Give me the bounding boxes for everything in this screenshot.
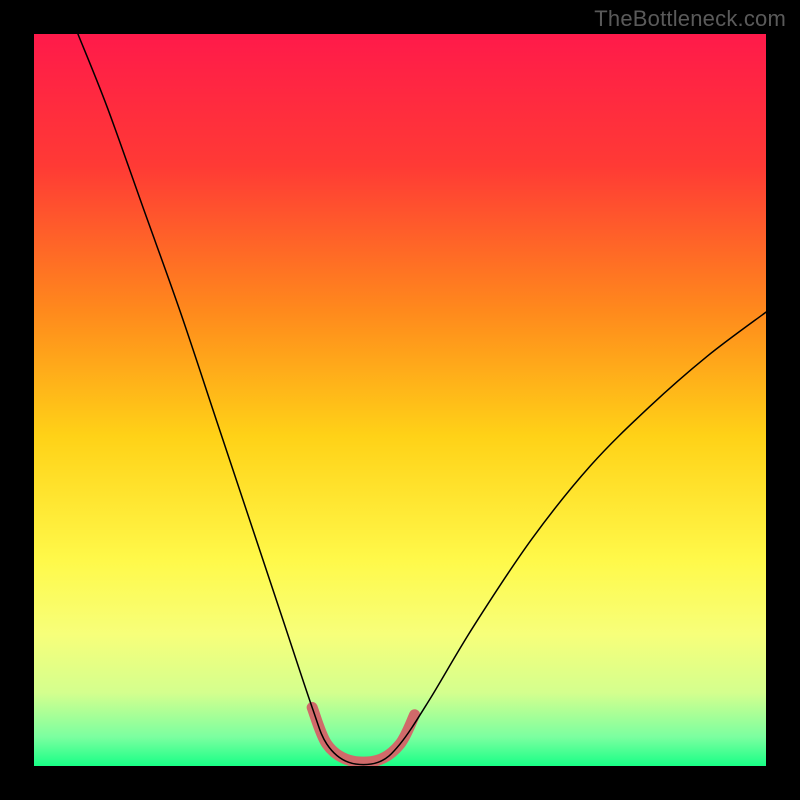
curves-layer [34, 34, 766, 766]
chart-frame: TheBottleneck.com [0, 0, 800, 800]
bottleneck-curve [78, 34, 766, 765]
watermark-text: TheBottleneck.com [594, 6, 786, 32]
plot-area [34, 34, 766, 766]
trough-highlight [312, 707, 414, 762]
